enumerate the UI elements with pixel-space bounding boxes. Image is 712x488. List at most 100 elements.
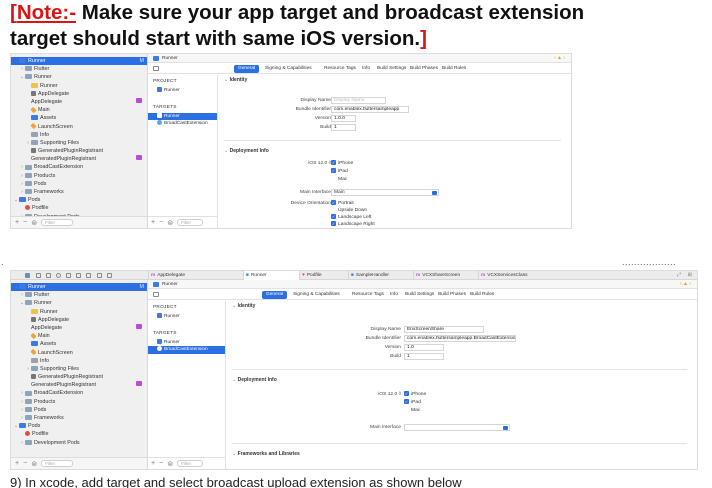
navigator-item[interactable]: › Flutter [11, 291, 147, 299]
navigator-item[interactable]: › Supporting Files [11, 139, 147, 147]
navigator-item[interactable]: ›Development Pods [11, 439, 147, 447]
target-broadcast-extension[interactable]: BroadCastExtension [148, 120, 217, 128]
navigator-item[interactable]: GeneratedPluginRegistrant [11, 147, 147, 155]
navigator-item[interactable]: GeneratedPluginRegistrant [11, 381, 147, 389]
landscape-left-checkbox[interactable]: Landscape Left [331, 214, 371, 220]
hide-targets-icon[interactable] [153, 66, 159, 71]
navigator-item[interactable]: › Products [11, 172, 147, 180]
tab-general[interactable]: General [262, 290, 288, 299]
mac-checkbox[interactable]: Mac [404, 407, 420, 413]
ios-version-selector[interactable]: iOS 12.0 ◊ [308, 161, 331, 166]
tab-info[interactable]: Info [362, 63, 370, 74]
deployment-section-title[interactable]: Deployment Info [224, 148, 269, 154]
frameworks-section-title[interactable]: Frameworks and Libraries [232, 451, 300, 457]
editor-tab[interactable]: ■ Runner [243, 271, 299, 280]
portrait-checkbox[interactable]: Portrait [331, 200, 354, 206]
navigator-item[interactable]: Assets [11, 114, 147, 122]
filter-icon[interactable]: ⊜ [167, 219, 173, 227]
landscape-right-checkbox[interactable]: Landscape Right [331, 221, 375, 227]
navigator-item[interactable]: ⌄ Pods [11, 196, 147, 204]
find-icon[interactable] [56, 273, 61, 278]
editor-tab[interactable]: m VCXServicesClass [478, 271, 566, 280]
navigator-item[interactable]: Podfile [11, 204, 147, 212]
navigator-item[interactable]: ⌄ Runner [11, 73, 147, 81]
navigator-item[interactable]: LaunchScreen [11, 122, 147, 131]
navigator-item[interactable]: Runner [11, 82, 147, 90]
editor-tab[interactable]: ♥ Podfile [299, 271, 348, 280]
navigator-item[interactable]: ⌄ Runner M [11, 283, 147, 292]
project-item[interactable]: Runner [148, 313, 225, 321]
navigator-item[interactable]: › Pods [11, 406, 147, 414]
deployment-section-title[interactable]: Deployment Info [232, 377, 277, 383]
filter-icon[interactable]: ⊜ [167, 460, 173, 468]
navigator-item[interactable]: › Pods [11, 180, 147, 188]
navigator-item[interactable]: Runner [11, 308, 147, 316]
navigator-item[interactable]: › Flutter [11, 65, 147, 73]
bundle-id-field[interactable]: com.enablex.fluttersampleapp.BroadCastEx… [404, 335, 516, 342]
remove-icon[interactable]: − [23, 219, 27, 226]
ipad-checkbox[interactable]: iPad [404, 399, 421, 405]
add-icon[interactable]: + [151, 460, 155, 467]
tab-resource-tags[interactable]: Resource Tags [352, 289, 384, 300]
editor-tab[interactable]: m VCXShareScreen [413, 271, 478, 280]
project-item[interactable]: Runner [148, 87, 217, 95]
navigator-item[interactable]: Assets [11, 340, 147, 348]
tab-resource-tags[interactable]: Resource Tags [324, 63, 356, 74]
remove-icon[interactable]: − [159, 460, 163, 467]
navigator-item[interactable]: Podfile [11, 430, 147, 438]
display-name-field[interactable]: Display Name [331, 97, 386, 104]
navigator-item[interactable]: › Products [11, 398, 147, 406]
version-field[interactable]: 1.0.0 [331, 115, 356, 122]
hide-targets-icon[interactable] [153, 292, 159, 297]
add-icon[interactable]: + [151, 219, 155, 226]
navigator-item[interactable]: AppDelegate [11, 97, 147, 106]
navigator-item[interactable]: › Frameworks [11, 188, 147, 196]
navigator-item[interactable]: ⌄ Pods [11, 422, 147, 430]
folder-icon[interactable] [25, 273, 30, 278]
build-field[interactable]: 1 [404, 353, 444, 360]
navigator-item[interactable]: › BroadCastExtension [11, 389, 147, 397]
display-name-field[interactable]: EnxScreenShare [404, 326, 484, 333]
ipad-checkbox[interactable]: iPad [331, 168, 348, 174]
target-broadcast-extension[interactable]: BroadCastExtension [148, 346, 225, 354]
add-icon[interactable]: + [15, 460, 19, 467]
navigator-item[interactable]: GeneratedPluginRegistrant [11, 155, 147, 163]
tab-build-phases[interactable]: Build Phases [410, 63, 438, 74]
editor-tab[interactable]: m AppDelegate [148, 271, 243, 280]
targets-filter-input[interactable]: Filter [177, 219, 204, 226]
navigator-item[interactable]: › Supporting Files [11, 365, 147, 373]
navigator-item[interactable]: Main [11, 332, 147, 340]
tab-build-rules[interactable]: Build Rules [470, 289, 494, 300]
tab-build-settings[interactable]: Build Settings [377, 63, 406, 74]
remove-icon[interactable]: − [23, 460, 27, 467]
source-control-icon[interactable] [36, 273, 41, 278]
filter-icon[interactable]: ⊜ [31, 219, 37, 227]
identity-section-title[interactable]: Identity [232, 303, 256, 309]
tab-build-phases[interactable]: Build Phases [438, 289, 466, 300]
debug-icon[interactable] [86, 273, 91, 278]
navigator-item[interactable]: › Frameworks [11, 414, 147, 422]
tab-build-settings[interactable]: Build Settings [405, 289, 434, 300]
iphone-checkbox[interactable]: iPhone [331, 160, 353, 166]
symbol-navigator-icon[interactable] [46, 273, 51, 278]
identity-section-title[interactable]: Identity [224, 77, 248, 83]
warning-icon[interactable]: ‹ ▲ › [554, 55, 565, 61]
build-field[interactable]: 1 [331, 124, 356, 131]
ios-version-selector[interactable]: iOS 12.0 ◊ [378, 392, 401, 397]
navigator-item[interactable]: › BroadCastExtension [11, 163, 147, 171]
upside-down-checkbox[interactable]: Upside Down [331, 207, 367, 213]
tab-signing[interactable]: Signing & Capabilities [293, 289, 340, 300]
navigator-item[interactable]: AppDelegate [11, 90, 147, 98]
issue-icon[interactable] [66, 273, 71, 278]
iphone-checkbox[interactable]: iPhone [404, 391, 426, 397]
remove-icon[interactable]: − [159, 219, 163, 226]
tab-build-rules[interactable]: Build Rules [442, 63, 466, 74]
breakpoint-icon[interactable] [97, 273, 102, 278]
filter-icon[interactable]: ⊜ [31, 460, 37, 468]
navigator-item[interactable]: AppDelegate [11, 323, 147, 332]
bundle-id-field[interactable]: com.enablex.fluttersampleapp [331, 106, 409, 113]
navigator-item[interactable]: Info [11, 131, 147, 139]
navigator-item[interactable]: ⌄ Runner [11, 299, 147, 307]
mac-checkbox[interactable]: Mac [331, 176, 347, 182]
navigator-item[interactable]: AppDelegate [11, 316, 147, 324]
